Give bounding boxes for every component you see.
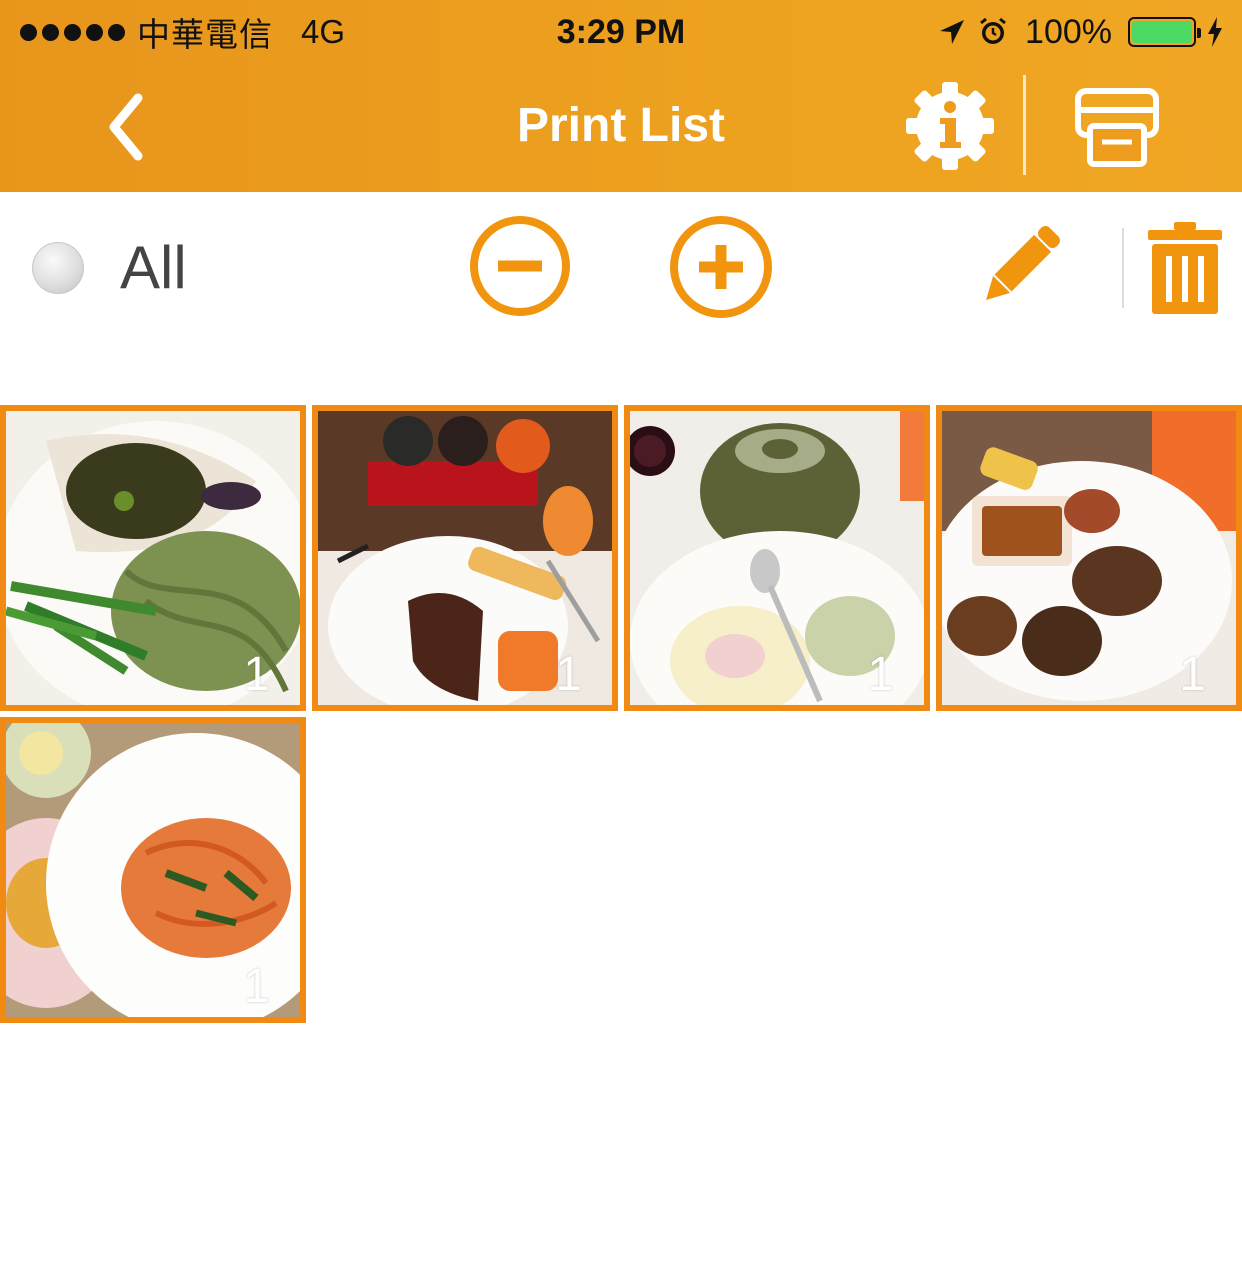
status-right: 100% xyxy=(937,12,1224,52)
copy-count: 1 xyxy=(243,648,270,701)
photo-thumbnail[interactable]: 1 xyxy=(624,405,930,711)
copy-count: 1 xyxy=(555,648,582,701)
edit-button[interactable] xyxy=(974,220,1066,312)
select-all-radio[interactable] xyxy=(32,242,84,294)
copy-count: 1 xyxy=(867,648,894,701)
plus-circle-icon xyxy=(670,216,772,318)
alarm-clock-icon xyxy=(980,17,1006,44)
info-gear-icon xyxy=(906,82,994,170)
header-divider xyxy=(1023,75,1026,175)
delete-button[interactable] xyxy=(1146,220,1224,316)
decrease-copies-button[interactable] xyxy=(468,214,572,318)
printer-icon xyxy=(1075,88,1159,167)
location-arrow-icon xyxy=(940,20,965,44)
trash-icon xyxy=(1148,222,1222,314)
page-title: Print List xyxy=(516,99,725,152)
photo-thumbnail[interactable]: 1 xyxy=(936,405,1242,711)
print-button[interactable] xyxy=(1072,86,1162,170)
select-all-label[interactable]: All xyxy=(120,232,187,304)
toolbar-divider xyxy=(1122,228,1124,308)
battery-percentage: 100% xyxy=(1025,12,1112,51)
charging-bolt-icon xyxy=(1208,17,1222,47)
increase-copies-button[interactable] xyxy=(668,214,774,320)
status-bar: 中華電信 4G 3:29 PM 100% xyxy=(0,0,1242,64)
copy-count: 1 xyxy=(1179,648,1206,701)
photo-thumbnail[interactable]: 1 xyxy=(0,405,306,711)
minus-circle-icon xyxy=(470,216,570,316)
info-settings-button[interactable] xyxy=(904,80,996,172)
photo-thumbnail[interactable]: 1 xyxy=(312,405,618,711)
copy-count: 1 xyxy=(243,960,270,1013)
selection-toolbar: All xyxy=(0,192,1242,342)
photo-thumbnail[interactable]: 1 xyxy=(0,717,306,1023)
battery-icon xyxy=(1128,17,1201,47)
pencil-icon xyxy=(986,226,1060,300)
navigation-header: 中華電信 4G 3:29 PM 100% Print List xyxy=(0,0,1242,192)
